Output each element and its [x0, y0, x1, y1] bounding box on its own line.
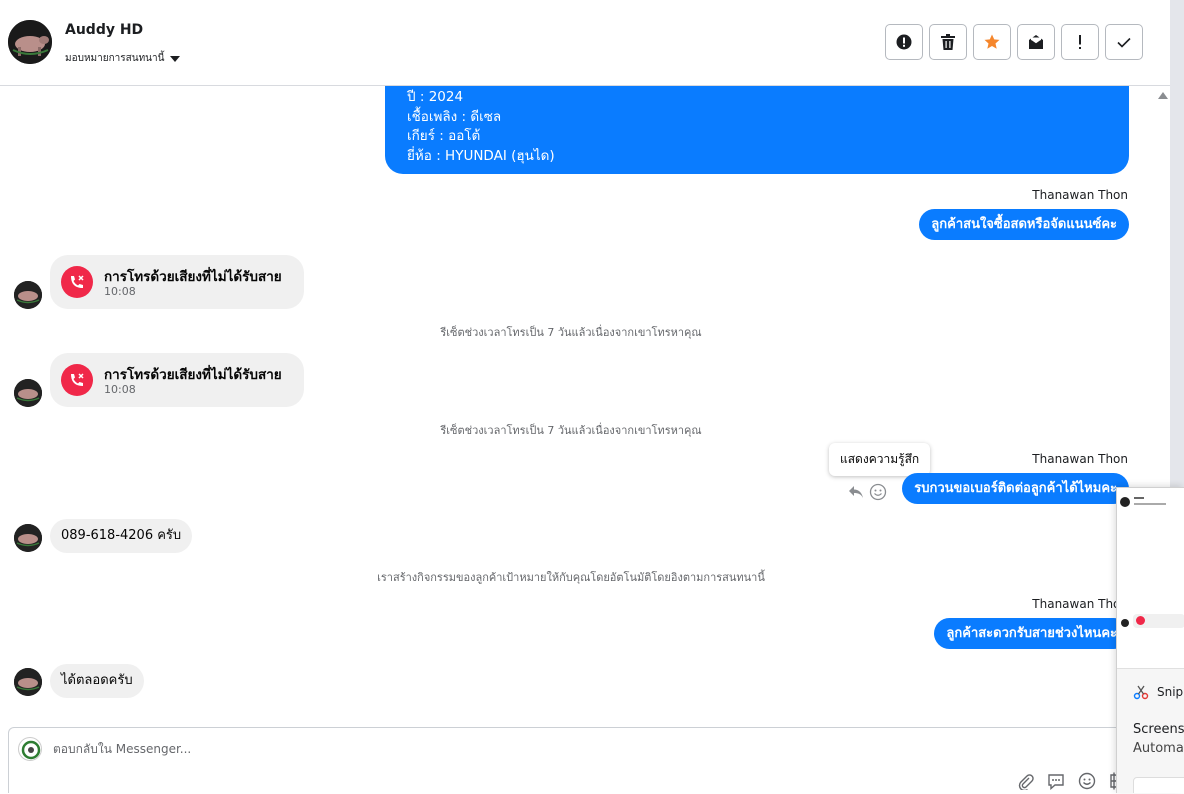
page-avatar	[18, 737, 42, 761]
info-gear: เกียร์ : ออโต้	[407, 128, 481, 144]
system-note: รีเซ็ตช่วงเวลาโทรเป็น 7 วันแล้วเนื่องจาก…	[440, 424, 702, 437]
attach-icon[interactable]	[1017, 773, 1034, 794]
mark-unread-button[interactable]	[1017, 24, 1055, 60]
info-year: ปี : 2024	[407, 89, 464, 105]
snip-subtitle: Automat	[1133, 741, 1184, 756]
contact-avatar-small	[14, 668, 42, 696]
missed-call-card[interactable]: การโทรด้วยเสียงที่ไม่ได้รับสาย 10:08	[50, 255, 304, 309]
sender-name: Thanawan Thon	[1032, 188, 1128, 202]
star-button[interactable]	[973, 24, 1011, 60]
check-icon	[1117, 37, 1131, 48]
snip-title: Screensh	[1133, 722, 1184, 737]
snip-app-name: Snipp	[1157, 685, 1184, 699]
trash-icon	[941, 34, 955, 50]
snipping-tool-notification[interactable]: Snipp Screensh Automat	[1116, 487, 1184, 793]
exclamation-icon	[1079, 35, 1081, 49]
missed-call-icon	[61, 364, 93, 396]
conversation-toolbar	[885, 24, 1143, 60]
scroll-up-arrow-icon[interactable]	[1158, 92, 1168, 99]
saved-reply-icon[interactable]	[1047, 773, 1065, 794]
assign-conversation-dropdown[interactable]: มอบหมายการสนทนานี้	[65, 51, 181, 66]
smiley-react-icon[interactable]	[869, 483, 887, 505]
call-title: การโทรด้วยเสียงที่ไม่ได้รับสาย	[104, 269, 282, 285]
incoming-message[interactable]: 089-618-4206 ครับ	[50, 519, 193, 553]
incoming-message[interactable]: ได้ตลอดครับ	[50, 664, 144, 698]
reply-composer	[8, 727, 1170, 793]
call-title: การโทรด้วยเสียงที่ไม่ได้รับสาย	[104, 367, 282, 383]
screenshot-thumbnail[interactable]	[1117, 488, 1184, 669]
done-button[interactable]	[1105, 24, 1143, 60]
scissors-icon	[1133, 685, 1149, 700]
missed-call-card[interactable]: การโทรด้วยเสียงที่ไม่ได้รับสาย 10:08	[50, 353, 304, 407]
assign-label: มอบหมายการสนทนานี้	[65, 53, 165, 64]
contact-avatar-small	[14, 524, 42, 552]
emoji-icon[interactable]	[1078, 772, 1096, 794]
contact-avatar-small	[14, 379, 42, 407]
outgoing-message[interactable]: รบกวนขอเบอร์ติดต่อลูกค้าได้ไหมคะ	[902, 473, 1129, 504]
info-brand: ยี่ห้อ : HYUNDAI (ฮุนได)	[407, 147, 555, 164]
react-tooltip: แสดงความรู้สึก	[829, 443, 931, 476]
contact-avatar-small	[14, 281, 42, 309]
star-icon	[984, 34, 1000, 49]
message-list[interactable]: ปี : 2024 เชื้อเพลิง : ดีเซล เกียร์ : ออ…	[0, 86, 1170, 726]
sender-name: Thanawan Thon	[1032, 597, 1128, 611]
snip-action-button[interactable]	[1133, 777, 1184, 793]
follow-up-button[interactable]	[1061, 24, 1099, 60]
caret-down-icon	[170, 55, 181, 62]
sender-name: Thanawan Thon	[1032, 452, 1128, 466]
call-time: 10:08	[104, 383, 136, 396]
contact-avatar[interactable]	[8, 20, 52, 64]
composer-actions	[1017, 772, 1120, 794]
contact-name: Auddy HD	[65, 22, 144, 38]
outgoing-message[interactable]: ลูกค้าสะดวกรับสายช่วงไหนคะ	[934, 618, 1129, 649]
call-time: 10:08	[104, 285, 136, 298]
missed-call-icon	[61, 266, 93, 298]
reply-input[interactable]	[53, 742, 953, 756]
vehicle-info-bubble[interactable]: ปี : 2024 เชื้อเพลิง : ดีเซล เกียร์ : ออ…	[385, 86, 1129, 174]
system-note: รีเซ็ตช่วงเวลาโทรเป็น 7 วันแล้วเนื่องจาก…	[440, 326, 702, 339]
conversation-header: Auddy HD มอบหมายการสนทนานี้	[0, 0, 1170, 86]
outgoing-message[interactable]: ลูกค้าสนใจซื้อสดหรือจัดแนนซ์คะ	[919, 209, 1129, 240]
delete-button[interactable]	[929, 24, 967, 60]
system-note: เราสร้างกิจกรรมของลูกค้าเป้าหมายให้กับคุ…	[377, 571, 765, 584]
reply-icon[interactable]	[848, 484, 864, 503]
info-fuel: เชื้อเพลิง : ดีเซล	[407, 108, 502, 125]
alert-circle-icon	[896, 34, 912, 50]
spam-button[interactable]	[885, 24, 923, 60]
snip-app-row: Snipp	[1133, 684, 1184, 700]
mark-unread-icon	[1029, 35, 1043, 49]
